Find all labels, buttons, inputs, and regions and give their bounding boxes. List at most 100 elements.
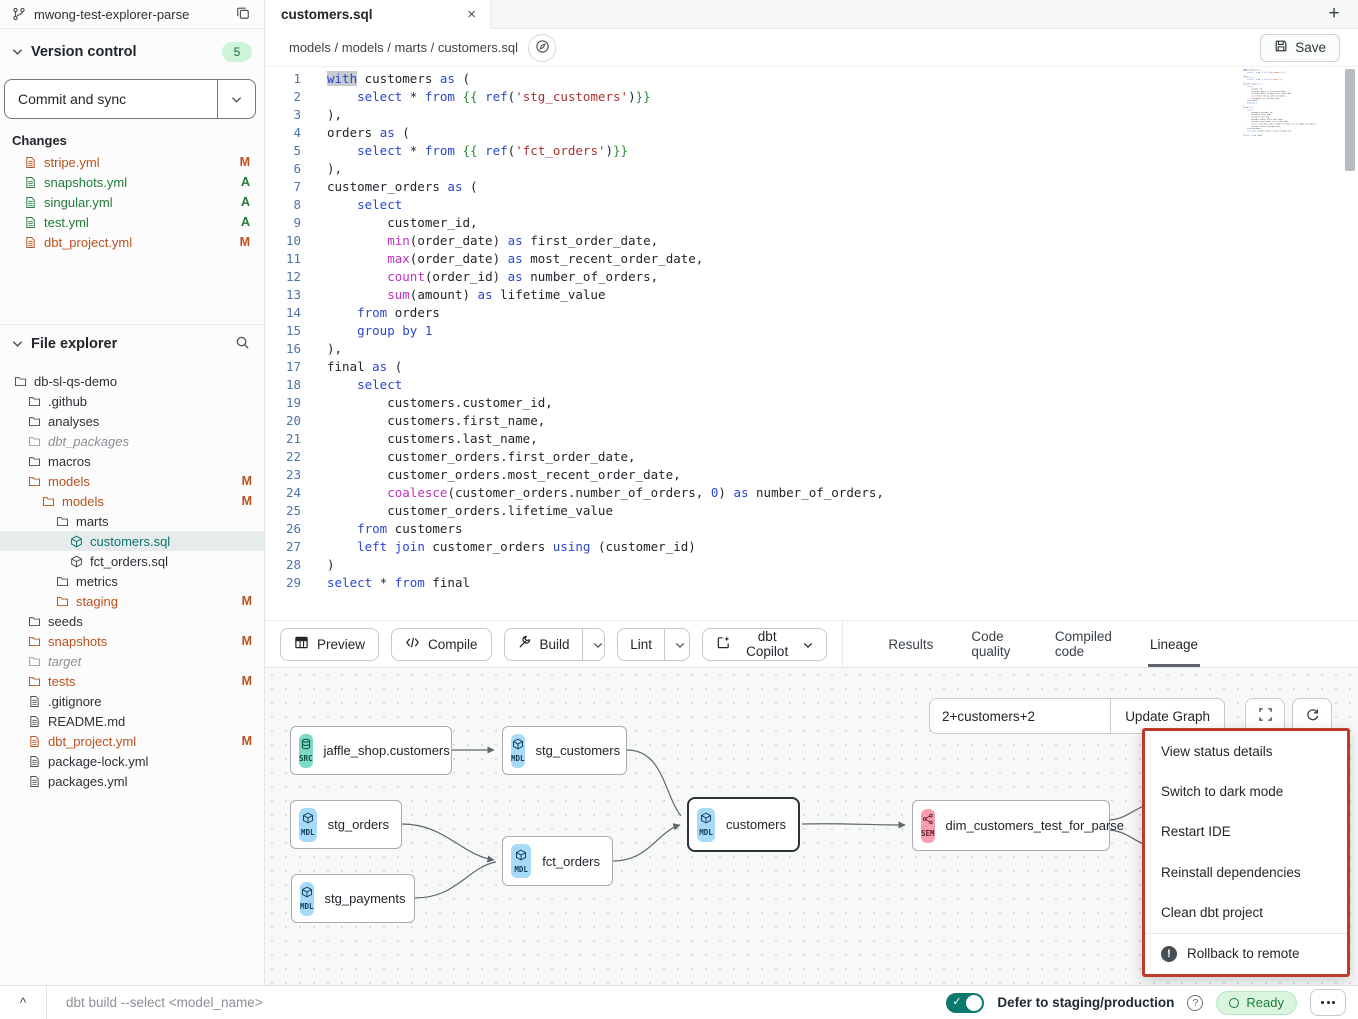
lint-button[interactable]: Lint xyxy=(618,629,664,660)
lineage-node-fct-orders[interactable]: MDL fct_orders xyxy=(502,836,613,886)
tree-item-models[interactable]: modelsM xyxy=(0,471,264,491)
code-line[interactable]: 9 customer_id, xyxy=(265,214,1358,232)
explore-lineage-button[interactable] xyxy=(528,34,556,62)
lineage-node-stg-orders[interactable]: MDL stg_orders xyxy=(290,800,402,849)
build-options-button[interactable] xyxy=(582,629,606,660)
code-line[interactable]: 26 from customers xyxy=(265,520,1358,538)
tab-close-button[interactable]: × xyxy=(465,7,478,22)
tab-code-quality[interactable]: Code quality xyxy=(971,621,1017,667)
tab-lineage[interactable]: Lineage xyxy=(1150,621,1198,667)
editor-minimap[interactable]: with customers as ( select * from {{ ref… xyxy=(1240,69,1336,199)
change-row-snapshots.yml[interactable]: snapshots.ymlA xyxy=(0,172,264,192)
code-line[interactable]: 10 min(order_date) as first_order_date, xyxy=(265,232,1358,250)
code-line[interactable]: 7customer_orders as ( xyxy=(265,178,1358,196)
tree-item-dbt_packages[interactable]: dbt_packages xyxy=(0,431,264,451)
lineage-node-stg-payments[interactable]: MDL stg_payments xyxy=(291,874,415,923)
change-row-dbt_project.yml[interactable]: dbt_project.ymlM xyxy=(0,232,264,252)
tab-compiled-code[interactable]: Compiled code xyxy=(1055,621,1112,667)
lineage-node-stg-customers[interactable]: MDL stg_customers xyxy=(502,726,627,775)
more-options-button[interactable] xyxy=(1310,989,1346,1016)
code-line[interactable]: 4orders as ( xyxy=(265,124,1358,142)
tree-item-customers.sql[interactable]: customers.sql xyxy=(0,531,264,551)
menu-item-switch-to-dark-mode[interactable]: Switch to dark mode xyxy=(1145,771,1347,811)
tree-item-.github[interactable]: .github xyxy=(0,391,264,411)
tree-item-fct_orders.sql[interactable]: fct_orders.sql xyxy=(0,551,264,571)
code-editor[interactable]: 1with customers as (2 select * from {{ r… xyxy=(265,67,1358,620)
menu-item-restart-ide[interactable]: Restart IDE xyxy=(1145,812,1347,852)
code-line[interactable]: 8 select xyxy=(265,196,1358,214)
new-tab-button[interactable]: + xyxy=(1310,0,1358,28)
code-line[interactable]: 5 select * from {{ ref('fct_orders')}} xyxy=(265,142,1358,160)
tree-item-seeds[interactable]: seeds xyxy=(0,611,264,631)
compile-button[interactable]: Compile xyxy=(391,628,492,661)
editor-scrollbar[interactable] xyxy=(1345,69,1355,171)
menu-item-reinstall-dependencies[interactable]: Reinstall dependencies xyxy=(1145,852,1347,892)
code-line[interactable]: 13 sum(amount) as lifetime_value xyxy=(265,286,1358,304)
code-line[interactable]: 18 select xyxy=(265,376,1358,394)
code-line[interactable]: 21 customers.last_name, xyxy=(265,430,1358,448)
tree-item-packages.yml[interactable]: packages.yml xyxy=(0,771,264,791)
ide-status-badge[interactable]: Ready xyxy=(1216,991,1297,1015)
file-search-button[interactable] xyxy=(233,333,252,355)
code-line[interactable]: 28) xyxy=(265,556,1358,574)
tree-item-target[interactable]: target xyxy=(0,651,264,671)
tree-item-macros[interactable]: macros xyxy=(0,451,264,471)
change-row-stripe.yml[interactable]: stripe.ymlM xyxy=(0,152,264,172)
tree-item-README.md[interactable]: README.md xyxy=(0,711,264,731)
tab-customers-sql[interactable]: customers.sql × xyxy=(265,0,491,29)
code-line[interactable]: 23 customer_orders.most_recent_order_dat… xyxy=(265,466,1358,484)
dbt-copilot-button[interactable]: dbt Copilot xyxy=(702,628,827,661)
code-line[interactable]: 16), xyxy=(265,340,1358,358)
tree-item-analyses[interactable]: analyses xyxy=(0,411,264,431)
save-button[interactable]: Save xyxy=(1260,34,1340,62)
tree-item-.gitignore[interactable]: .gitignore xyxy=(0,691,264,711)
build-button[interactable]: Build xyxy=(505,629,582,660)
code-line[interactable]: 6), xyxy=(265,160,1358,178)
preview-button[interactable]: Preview xyxy=(280,628,379,661)
tree-item-models[interactable]: modelsM xyxy=(0,491,264,511)
version-control-header[interactable]: Version control 5 xyxy=(0,37,264,67)
lineage-selector-input[interactable] xyxy=(930,699,1110,733)
code-line[interactable]: 24 coalesce(customer_orders.number_of_or… xyxy=(265,484,1358,502)
change-row-singular.yml[interactable]: singular.ymlA xyxy=(0,192,264,212)
code-line[interactable]: 27 left join customer_orders using (cust… xyxy=(265,538,1358,556)
code-line[interactable]: 3), xyxy=(265,106,1358,124)
tree-item-package-lock.yml[interactable]: package-lock.yml xyxy=(0,751,264,771)
commit-options-button[interactable] xyxy=(217,80,255,118)
code-line[interactable]: 19 customers.customer_id, xyxy=(265,394,1358,412)
code-line[interactable]: 2 select * from {{ ref('stg_customers')}… xyxy=(265,88,1358,106)
copy-branch-button[interactable] xyxy=(234,4,252,25)
code-line[interactable]: 17final as ( xyxy=(265,358,1358,376)
tree-item-marts[interactable]: marts xyxy=(0,511,264,531)
lineage-node-dim-customers-test-for-parse[interactable]: SEM dim_customers_test_for_parse xyxy=(912,800,1110,851)
code-line[interactable]: 22 customer_orders.first_order_date, xyxy=(265,448,1358,466)
code-line[interactable]: 14 from orders xyxy=(265,304,1358,322)
lint-options-button[interactable] xyxy=(664,629,690,660)
menu-item-clean-dbt-project[interactable]: Clean dbt project xyxy=(1145,892,1347,932)
menu-item-rollback-to-remote[interactable]: ! Rollback to remote xyxy=(1145,933,1347,974)
code-line[interactable]: 1with customers as ( xyxy=(265,70,1358,88)
tree-item-metrics[interactable]: metrics xyxy=(0,571,264,591)
lineage-node-customers[interactable]: MDL customers xyxy=(687,797,800,852)
tree-item-tests[interactable]: testsM xyxy=(0,671,264,691)
tree-item-staging[interactable]: stagingM xyxy=(0,591,264,611)
lineage-node-jaffle-shop-customers[interactable]: SRC jaffle_shop.customers xyxy=(290,726,452,775)
menu-item-view-status-details[interactable]: View status details xyxy=(1145,731,1347,771)
code-line[interactable]: 29select * from final xyxy=(265,574,1358,592)
code-line[interactable]: 20 customers.first_name, xyxy=(265,412,1358,430)
code-line[interactable]: 25 customer_orders.lifetime_value xyxy=(265,502,1358,520)
lineage-canvas[interactable]: SRC jaffle_shop.customers MDL stg_custom… xyxy=(265,668,1358,985)
code-line[interactable]: 12 count(order_id) as number_of_orders, xyxy=(265,268,1358,286)
commit-and-sync-button[interactable]: Commit and sync xyxy=(5,80,217,118)
file-explorer-header[interactable]: File explorer xyxy=(0,329,264,359)
tree-item-dbt_project.yml[interactable]: dbt_project.ymlM xyxy=(0,731,264,751)
code-line[interactable]: 11 max(order_date) as most_recent_order_… xyxy=(265,250,1358,268)
defer-toggle[interactable]: ✓ xyxy=(946,993,984,1013)
tree-item-db-sl-qs-demo[interactable]: db-sl-qs-demo xyxy=(0,371,264,391)
tree-item-snapshots[interactable]: snapshotsM xyxy=(0,631,264,651)
command-bar-expand-button[interactable]: ^ xyxy=(0,986,46,1019)
command-input[interactable] xyxy=(64,994,484,1011)
change-row-test.yml[interactable]: test.ymlA xyxy=(0,212,264,232)
help-icon[interactable]: ? xyxy=(1187,995,1203,1011)
code-line[interactable]: 15 group by 1 xyxy=(265,322,1358,340)
